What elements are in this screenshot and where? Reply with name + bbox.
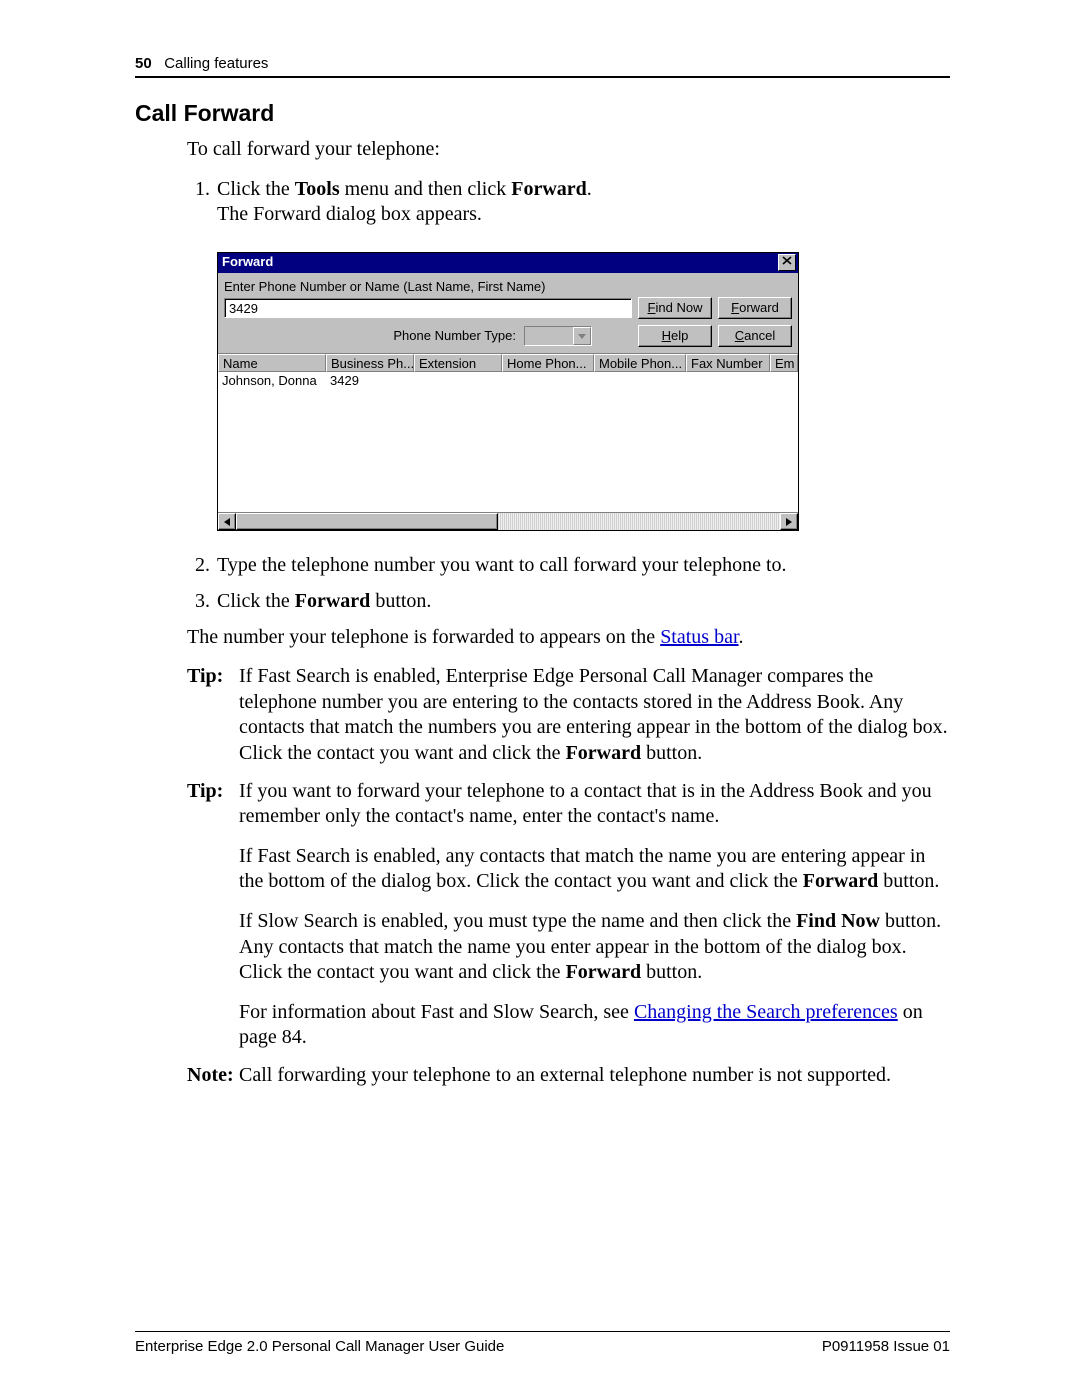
page-number: 50 [135, 55, 152, 72]
close-icon[interactable] [778, 254, 796, 271]
cell-business: 3429 [326, 373, 414, 390]
table-row[interactable]: Johnson, Donna 3429 [218, 372, 798, 390]
scroll-left-icon[interactable] [218, 513, 236, 530]
phone-type-label: Phone Number Type: [393, 328, 516, 345]
forward-dialog: Forward Enter Phone Number or Name (Last… [217, 252, 799, 532]
page-footer: Enterprise Edge 2.0 Personal Call Manage… [135, 1331, 950, 1355]
dialog-title: Forward [222, 254, 273, 271]
col-name[interactable]: Name [218, 354, 326, 372]
header-section: Calling features [164, 55, 268, 72]
footer-left: Enterprise Edge 2.0 Personal Call Manage… [135, 1338, 504, 1355]
footer-right: P0911958 Issue 01 [822, 1338, 950, 1355]
cancel-button[interactable]: Cancel [718, 325, 792, 347]
forward-button[interactable]: Forward [718, 297, 792, 319]
col-extension[interactable]: Extension [414, 354, 502, 372]
phone-input[interactable] [224, 298, 632, 318]
steps-list: Click the Tools menu and then click Forw… [187, 177, 950, 615]
col-home[interactable]: Home Phon... [502, 354, 594, 372]
step-2: Type the telephone number you want to ca… [215, 553, 950, 579]
section-title: Call Forward [135, 100, 950, 127]
after-steps: The number your telephone is forwarded t… [187, 625, 950, 651]
results-header: Name Business Ph... Extension Home Phon.… [218, 353, 798, 372]
tip-label: Tip: [187, 664, 239, 766]
col-fax[interactable]: Fax Number [686, 354, 770, 372]
note: Note: Call forwarding your telephone to … [187, 1063, 950, 1089]
col-em[interactable]: Em [770, 354, 798, 372]
dialog-titlebar: Forward [218, 253, 798, 273]
status-bar-link[interactable]: Status bar [660, 626, 738, 648]
note-label: Note: [187, 1063, 239, 1089]
col-business[interactable]: Business Ph... [326, 354, 414, 372]
chevron-down-icon [573, 327, 591, 345]
step-1: Click the Tools menu and then click Forw… [215, 177, 950, 532]
scroll-thumb[interactable] [236, 513, 498, 530]
cell-name: Johnson, Donna [218, 373, 326, 390]
scroll-right-icon[interactable] [780, 513, 798, 530]
dialog-prompt: Enter Phone Number or Name (Last Name, F… [224, 279, 792, 296]
help-button[interactable]: Help [638, 325, 712, 347]
find-now-button[interactable]: Find Now [638, 297, 712, 319]
horizontal-scrollbar[interactable] [218, 512, 798, 530]
running-header: 50 Calling features [135, 55, 950, 78]
step-3: Click the Forward button. [215, 589, 950, 615]
search-prefs-link[interactable]: Changing the Search preferences [634, 1001, 898, 1023]
tip-2: Tip: If you want to forward your telepho… [187, 779, 950, 1051]
tip-1: Tip: If Fast Search is enabled, Enterpri… [187, 664, 950, 766]
tip-label: Tip: [187, 779, 239, 1051]
phone-type-dropdown[interactable] [524, 326, 592, 346]
intro-text: To call forward your telephone: [187, 137, 950, 163]
col-mobile[interactable]: Mobile Phon... [594, 354, 686, 372]
results-list: Johnson, Donna 3429 [218, 372, 798, 512]
